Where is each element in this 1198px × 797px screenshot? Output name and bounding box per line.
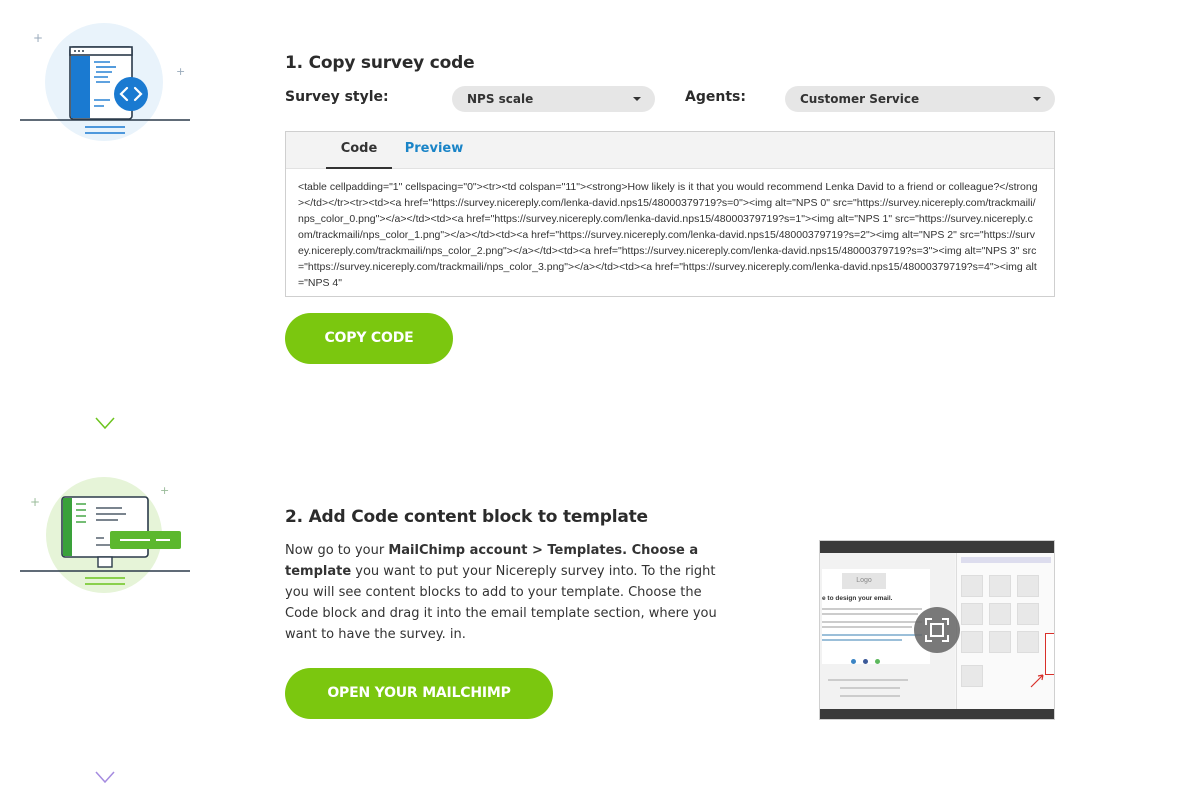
step2-title: 2. Add Code content block to template — [285, 507, 648, 527]
svg-text:+: + — [160, 484, 169, 497]
copy-code-button[interactable]: COPY CODE — [285, 313, 453, 364]
tab-code[interactable]: Code — [326, 132, 392, 169]
svg-text:+: + — [176, 65, 185, 78]
code-tabbar: Code Preview — [286, 132, 1054, 169]
step1-title: 1. Copy survey code — [285, 53, 475, 73]
expand-icon — [925, 618, 949, 642]
step2-instructions: Now go to your MailChimp account > Templ… — [285, 540, 725, 645]
survey-style-label: Survey style: — [285, 89, 389, 105]
thumbnail-heading: e to design your email. — [822, 595, 893, 602]
agents-value: Customer Service — [800, 92, 920, 106]
thumbnail-logo: Logo — [842, 573, 886, 589]
open-mailchimp-button[interactable]: OPEN YOUR MAILCHIMP — [285, 668, 553, 719]
survey-style-value: NPS scale — [467, 92, 534, 106]
monitor-icon: + + — [20, 477, 190, 593]
survey-style-select[interactable]: NPS scale — [452, 86, 655, 112]
code-window-icon: + + — [20, 23, 190, 141]
dropdown-caret-icon — [633, 97, 641, 101]
timeline: + + + + — [20, 23, 190, 784]
code-panel: Code Preview <table cellpadding="1" cell… — [285, 131, 1055, 297]
instructions-text: Now go to your — [285, 543, 389, 558]
dropdown-caret-icon — [1033, 97, 1041, 101]
tab-preview[interactable]: Preview — [398, 132, 470, 167]
svg-text:+: + — [30, 495, 40, 509]
svg-text:+: + — [33, 31, 43, 45]
agents-label: Agents: — [685, 89, 746, 105]
survey-code-text[interactable]: <table cellpadding="1" cellspacing="0"><… — [298, 179, 1038, 291]
expand-image-button[interactable] — [914, 607, 960, 653]
agents-select[interactable]: Customer Service — [785, 86, 1055, 112]
